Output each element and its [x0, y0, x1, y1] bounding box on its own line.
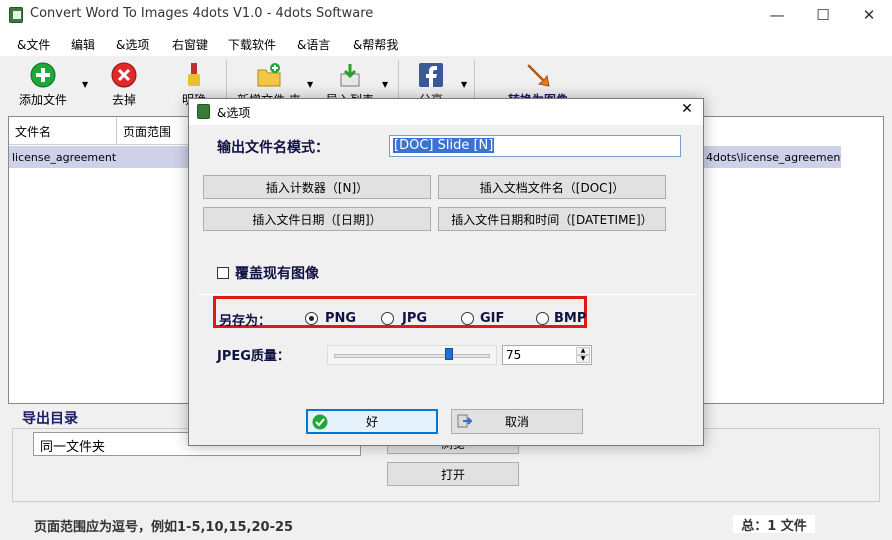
facebook-icon	[419, 63, 443, 87]
filename-pattern-value: [DOC] Slide [N]	[393, 138, 495, 153]
slider-track	[334, 354, 490, 358]
slider-thumb[interactable]	[445, 348, 453, 360]
table-row-page-range[interactable]	[117, 146, 189, 168]
folder-plus-icon	[257, 63, 281, 87]
add-folder-dropdown-icon[interactable]: ▼	[307, 80, 313, 89]
dialog-title-bar: &选项 ✕	[189, 99, 703, 125]
minimize-button[interactable]: —	[754, 0, 800, 30]
filename-pattern-label: 输出文件名模式：	[217, 140, 329, 156]
spin-down-icon[interactable]: ▼	[576, 355, 590, 363]
cancel-button[interactable]: 取消	[451, 409, 583, 434]
app-icon	[9, 7, 23, 23]
overwrite-checkbox[interactable]	[217, 267, 229, 279]
filename-pattern-input[interactable]: [DOC] Slide [N]	[389, 135, 681, 157]
import-icon	[340, 64, 360, 87]
table-row-path[interactable]: 4dots\license_agreement.rtf	[703, 146, 841, 168]
format-radio-png[interactable]	[305, 312, 318, 325]
open-button[interactable]: 打开	[387, 462, 519, 486]
menu-download[interactable]: 下载软件	[228, 36, 276, 53]
insert-counter-button[interactable]: 插入计数器（[N]）	[203, 175, 431, 199]
format-radio-jpg[interactable]	[381, 312, 394, 325]
jpeg-quality-slider[interactable]	[327, 345, 497, 365]
dialog-close-icon[interactable]: ✕	[675, 101, 699, 123]
overwrite-label[interactable]: 覆盖现有图像	[235, 263, 319, 283]
menu-language[interactable]: &语言	[297, 36, 330, 53]
menu-options[interactable]: &选项	[116, 36, 149, 53]
share-dropdown-icon[interactable]: ▼	[461, 80, 467, 89]
plus-icon	[30, 62, 56, 88]
jpeg-quality-value: 75	[506, 348, 522, 362]
window-title: Convert Word To Images 4dots V1.0 - 4dot…	[30, 6, 374, 21]
format-label-gif[interactable]: GIF	[480, 311, 504, 326]
spin-up-icon[interactable]: ▲	[576, 347, 590, 355]
close-button[interactable]: ✕	[846, 0, 892, 30]
title-bar: Convert Word To Images 4dots V1.0 - 4dot…	[0, 0, 892, 30]
save-as-label: 另存为：	[219, 314, 272, 329]
menu-edit[interactable]: 编辑	[71, 36, 95, 53]
ok-button[interactable]: 好	[306, 409, 438, 434]
format-radio-gif[interactable]	[461, 312, 474, 325]
check-icon	[312, 414, 328, 430]
broom-icon	[188, 63, 200, 86]
menu-help[interactable]: &帮帮我	[353, 36, 398, 53]
cancel-label: 取消	[504, 415, 529, 429]
add-file-label: 添加文件	[18, 93, 67, 107]
maximize-button[interactable]: ☐	[800, 0, 846, 30]
status-hint: 页面范围应为逗号，例如1-5,10,15,20-25	[34, 520, 294, 535]
jpeg-quality-label: JPEG质量：	[217, 349, 290, 364]
remove-label: 去掉	[111, 93, 136, 107]
import-dropdown-icon[interactable]: ▼	[382, 80, 388, 89]
jpeg-quality-spinbox[interactable]: 75 ▲ ▼	[502, 345, 592, 365]
column-header-filename[interactable]: 文件名	[9, 117, 117, 145]
insert-datetime-button[interactable]: 插入文件日期和时间（[DATETIME]）	[438, 207, 666, 231]
format-label-bmp[interactable]: BMP	[554, 311, 586, 326]
ok-label: 好	[365, 415, 378, 429]
menu-context[interactable]: 右窗键	[172, 36, 208, 53]
column-header-page-range[interactable]: 页面范围	[117, 117, 189, 145]
exit-icon	[457, 414, 472, 428]
add-file-dropdown-icon[interactable]: ▼	[82, 80, 88, 89]
menu-file[interactable]: &文件	[17, 36, 50, 53]
status-total: 总：1 文件	[733, 515, 815, 534]
insert-date-button[interactable]: 插入文件日期（[日期]）	[203, 207, 431, 231]
format-label-jpg[interactable]: JPG	[402, 311, 427, 326]
output-dir-label: 导出目录	[22, 411, 78, 427]
add-file-button[interactable]: 添加文件	[12, 60, 74, 107]
options-dialog: &选项 ✕ 输出文件名模式： [DOC] Slide [N] 插入计数器（[N]…	[188, 98, 704, 446]
menu-bar: &文件 编辑 &选项 右窗键 下载软件 &语言 &帮帮我	[0, 30, 892, 56]
dialog-divider	[197, 294, 699, 295]
convert-arrow-icon	[527, 64, 550, 87]
table-row-filename[interactable]: license_agreement.rtf	[9, 146, 117, 168]
dialog-app-icon	[197, 104, 210, 119]
format-label-png[interactable]: PNG	[325, 311, 356, 326]
dialog-title: &选项	[217, 106, 251, 120]
remove-button[interactable]: 去掉	[100, 60, 148, 107]
insert-docname-button[interactable]: 插入文档文件名（[DOC]）	[438, 175, 666, 199]
remove-icon	[111, 62, 137, 88]
format-radio-bmp[interactable]	[536, 312, 549, 325]
